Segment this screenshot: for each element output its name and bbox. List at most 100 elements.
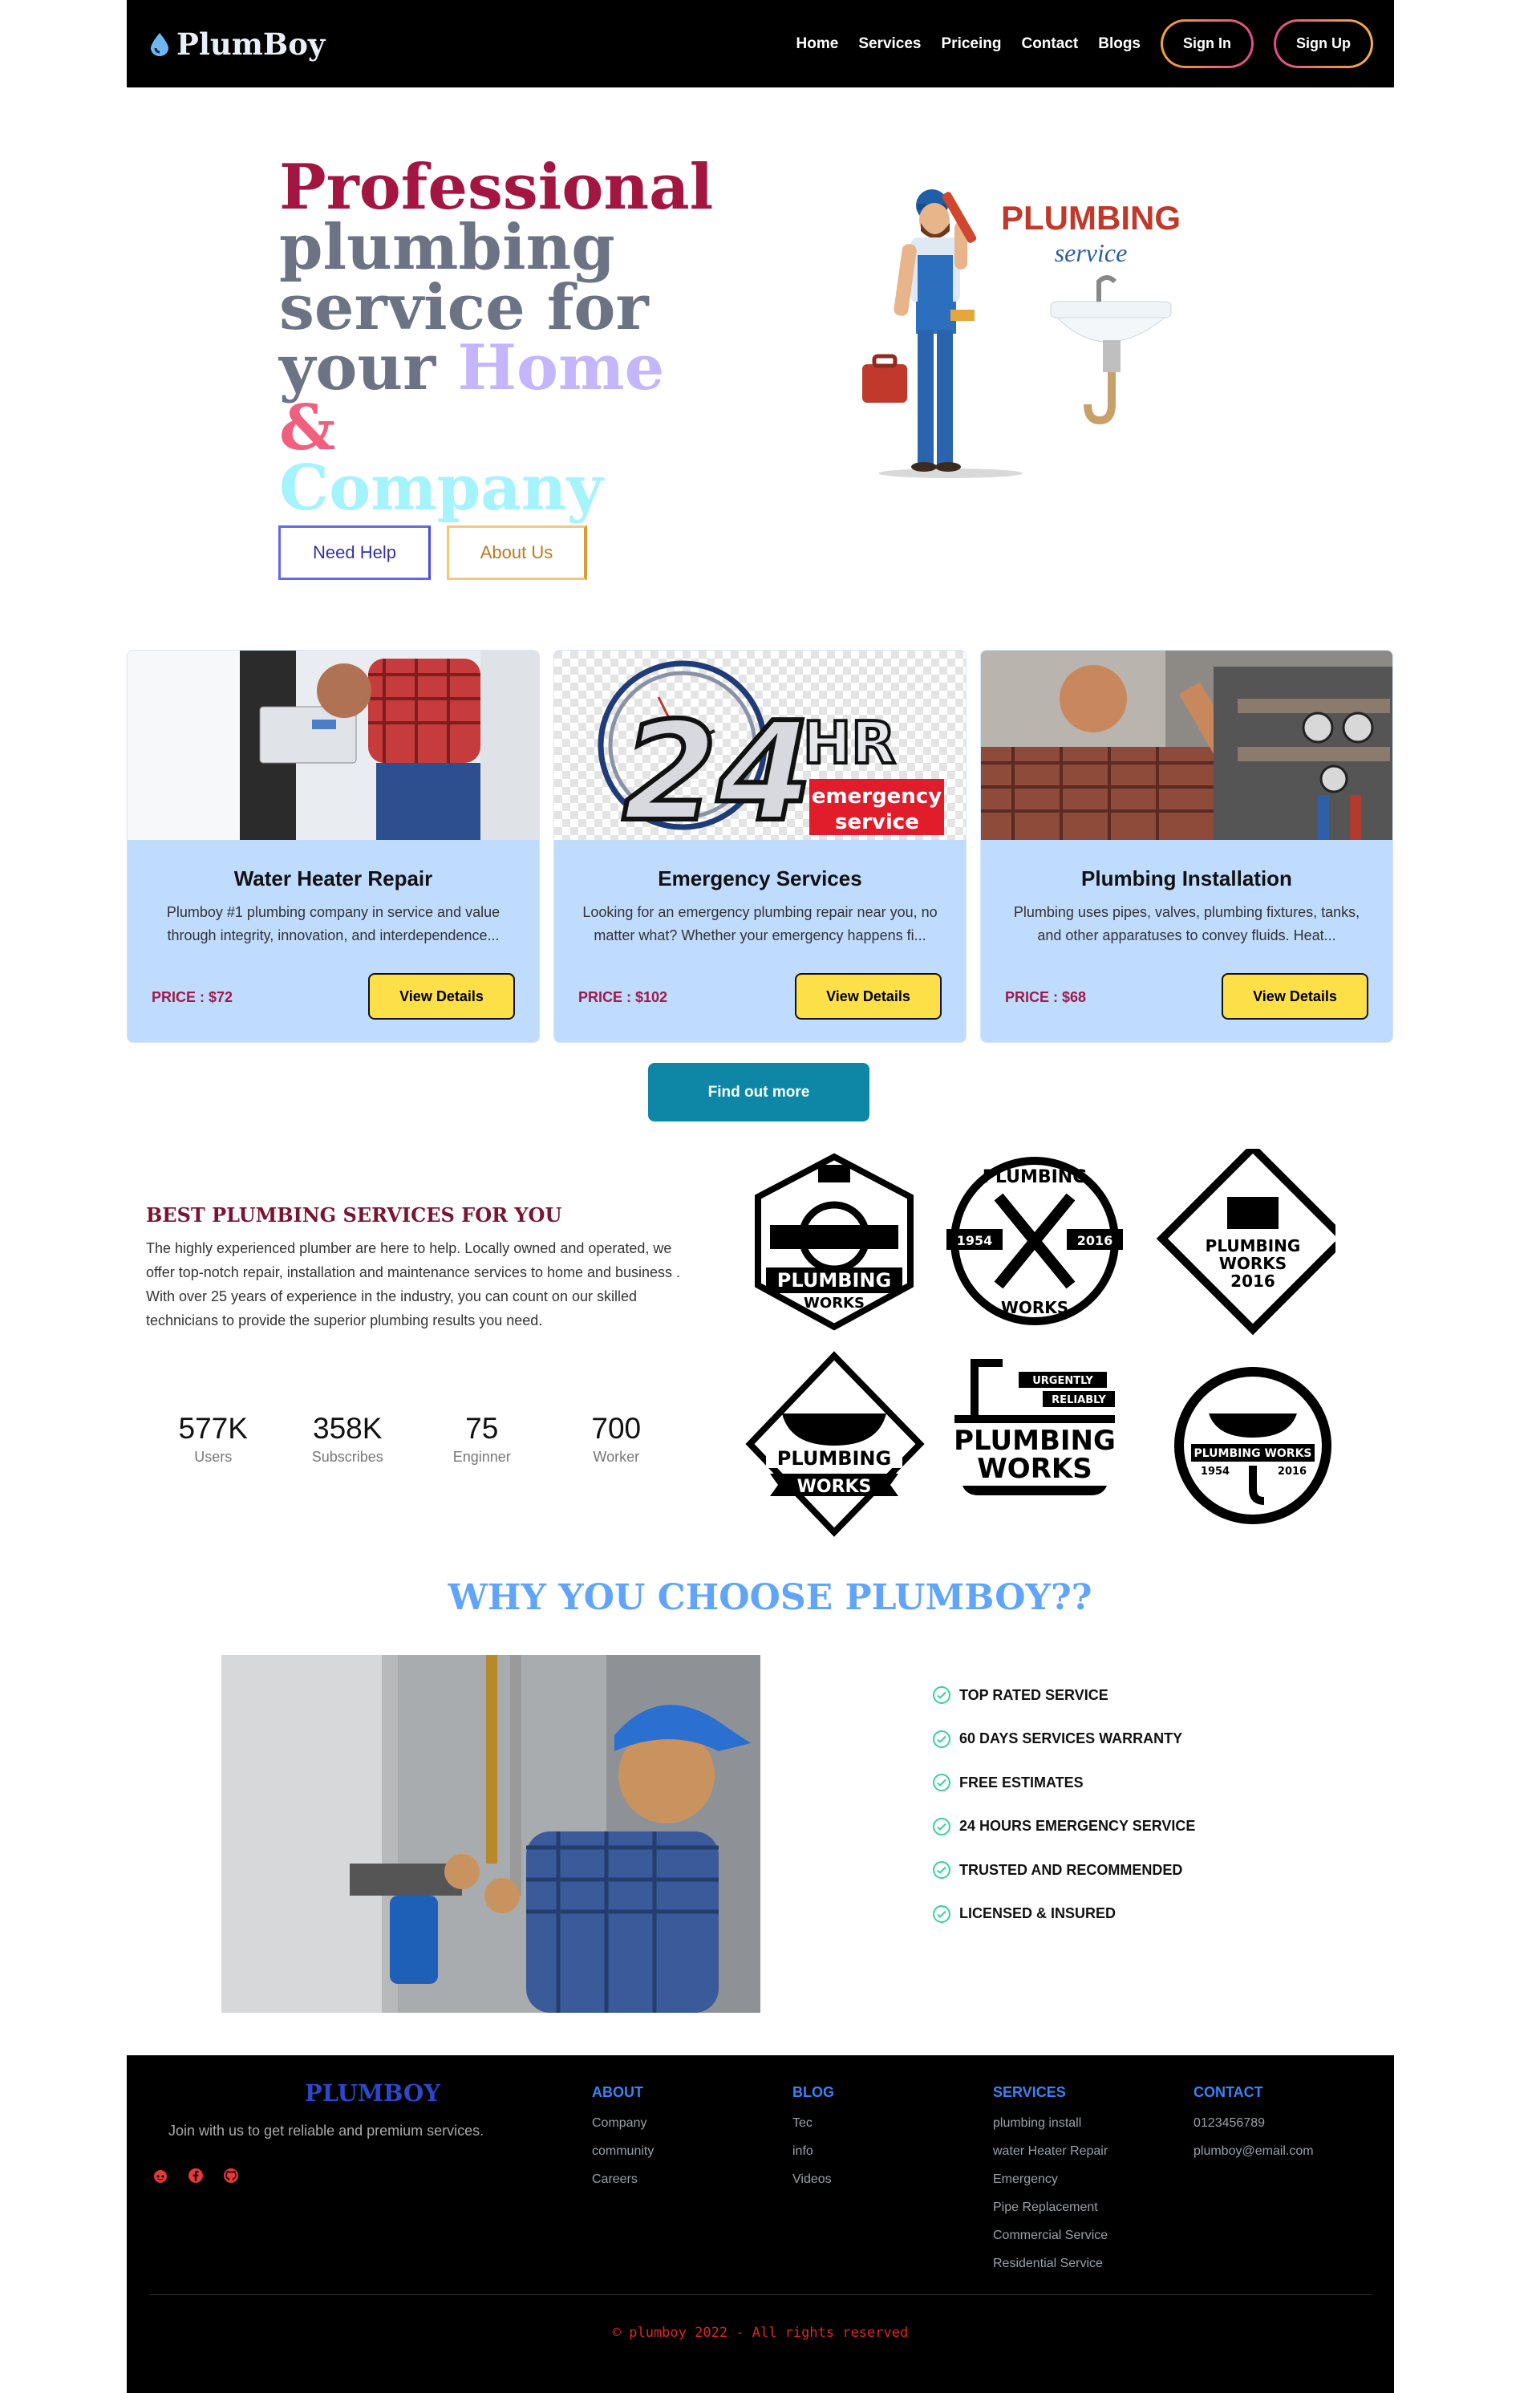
service-card-installation[interactable]: Plumbing Installation Plumbing uses pipe… — [980, 650, 1393, 1043]
nav-pricing[interactable]: Priceing — [942, 35, 1002, 53]
plumber-figure — [862, 189, 1023, 478]
svg-text:RELIABLY: RELIABLY — [1052, 1394, 1106, 1406]
plumbing-installation-photo — [981, 651, 1392, 840]
svg-text:WORKS: WORKS — [804, 1295, 865, 1312]
best-services-text: The highly experienced plumber are here … — [146, 1240, 681, 1328]
best-services-title: BEST PLUMBING SERVICES FOR YOU — [146, 1203, 562, 1227]
footer-col-title: BLOG — [792, 2084, 834, 2100]
nav-services[interactable]: Services — [858, 35, 921, 53]
stat-number: 577K — [178, 1412, 248, 1445]
nav-home[interactable]: Home — [796, 35, 839, 53]
badge-bathtub-icon: URGENTLY RELIABLY PLUMBING WORKS — [954, 1359, 1116, 1495]
footer-link[interactable]: water Heater Repair — [993, 2137, 1108, 2165]
footer-link[interactable]: Videos — [792, 2165, 834, 2193]
footer-brand: PLUMBOY — [305, 2079, 441, 2107]
footer-link[interactable]: Company — [592, 2109, 654, 2137]
footer-col-title: ABOUT — [592, 2084, 643, 2100]
water-drop-icon — [151, 32, 168, 56]
check-circle-icon — [933, 1730, 950, 1748]
svg-text:1954: 1954 — [1201, 1466, 1230, 1478]
why-item-label: 24 HOURS EMERGENCY SERVICE — [959, 1818, 1196, 1835]
reddit-icon[interactable] — [152, 2168, 168, 2184]
footer-col-contact: CONTACT 0123456789 plumboy@email.com — [1194, 2084, 1314, 2165]
svg-text:2016: 2016 — [1077, 1233, 1113, 1248]
footer: PLUMBOY Join with us to get reliable and… — [127, 2055, 1394, 2393]
footer-link[interactable]: Emergency — [993, 2165, 1108, 2193]
view-details-button[interactable]: View Details — [368, 973, 515, 1020]
footer-link[interactable]: Careers — [592, 2165, 654, 2193]
footer-link[interactable]: community — [592, 2137, 654, 2165]
footer-tagline: Join with us to get reliable and premium… — [168, 2123, 484, 2139]
card-description: Plumbing uses pipes, valves, plumbing fi… — [1013, 904, 1360, 943]
stat-number: 358K — [313, 1412, 383, 1445]
sink-icon — [1050, 275, 1172, 425]
svg-text:1954: 1954 — [957, 1233, 993, 1248]
card-title: Plumbing Installation — [1081, 866, 1292, 890]
stat-number: 700 — [591, 1412, 642, 1445]
stat-label: Users — [194, 1449, 233, 1465]
copyright: © plumboy 2022 - All rights reserved — [612, 2325, 909, 2341]
why-item: 60 DAYS SERVICES WARRANTY — [932, 1718, 1195, 1762]
stat-subscribes: 358K Subscribes — [281, 1412, 415, 1466]
footer-link[interactable]: Commercial Service — [993, 2221, 1108, 2249]
stat-label: Worker — [593, 1449, 640, 1465]
sign-in-button[interactable]: Sign In — [1161, 19, 1254, 68]
footer-link[interactable]: Residential Service — [993, 2249, 1108, 2277]
badge-sink-diamond-icon: PLUMBING WORKS — [745, 1351, 925, 1537]
nav-links: Home Services Priceing Contact Blogs Sig… — [796, 19, 1373, 68]
card-description: Looking for an emergency plumbing repair… — [582, 904, 938, 943]
svg-text:PLUMBING: PLUMBING — [954, 1425, 1116, 1457]
footer-link[interactable]: Tec — [792, 2109, 834, 2137]
check-circle-icon — [933, 1686, 950, 1705]
footer-link[interactable]: Pipe Replacement — [993, 2193, 1108, 2221]
svg-text:PLUMBING: PLUMBING — [983, 1167, 1088, 1187]
svg-text:PLUMBING: PLUMBING — [777, 1447, 891, 1470]
plumbing-badges: PLUMBING WORKS PLUMBING 1954 2016 WORKS … — [745, 1149, 1335, 1537]
svg-text:2016: 2016 — [1230, 1272, 1275, 1291]
sign-up-button[interactable]: Sign Up — [1274, 19, 1373, 68]
footer-col-about: ABOUT Company community Careers — [592, 2084, 654, 2193]
nav-contact[interactable]: Contact — [1021, 35, 1078, 53]
footer-email[interactable]: plumboy@email.com — [1194, 2137, 1314, 2165]
why-item: FREE ESTIMATES — [932, 1761, 1195, 1805]
footer-link[interactable]: info — [792, 2137, 834, 2165]
hero-buttons: Need Help About Us — [278, 525, 587, 580]
card-price: PRICE : $68 — [1005, 989, 1087, 1005]
social-links — [152, 2168, 239, 2184]
hero-heading: Professional plumbing service for your H… — [279, 156, 728, 520]
plumber-repair-photo — [221, 1655, 760, 2013]
why-item: 24 HOURS EMERGENCY SERVICE — [932, 1805, 1195, 1849]
why-item-label: TRUSTED AND RECOMMENDED — [959, 1861, 1183, 1878]
water-heater-photo — [128, 651, 539, 840]
emergency-tag-1: emergency — [812, 785, 942, 809]
service-card-emergency[interactable]: 24 HR emergency service Emergency Servic… — [553, 650, 967, 1043]
github-icon[interactable] — [223, 2168, 239, 2184]
footer-phone[interactable]: 0123456789 — [1194, 2109, 1314, 2137]
badge-toolbox-icon: PLUMBING WORKS 2016 — [1156, 1149, 1335, 1336]
footer-link[interactable]: plumbing install — [993, 2109, 1108, 2137]
view-details-button[interactable]: View Details — [795, 973, 942, 1020]
footer-divider — [149, 2294, 1372, 2295]
footer-col-title: SERVICES — [993, 2084, 1066, 2100]
why-item-label: FREE ESTIMATES — [959, 1774, 1084, 1791]
why-item-label: 60 DAYS SERVICES WARRANTY — [959, 1730, 1183, 1747]
emergency-tag-2: service — [835, 810, 919, 834]
about-us-button[interactable]: About Us — [447, 525, 587, 580]
svg-text:2016: 2016 — [1278, 1466, 1307, 1478]
service-card-water-heater[interactable]: Water Heater Repair Plumboy #1 plumbing … — [127, 650, 540, 1043]
card-price: PRICE : $72 — [152, 989, 233, 1005]
need-help-button[interactable]: Need Help — [278, 525, 431, 580]
svg-text:WORKS: WORKS — [1001, 1298, 1068, 1317]
why-item: LICENSED & INSURED — [932, 1892, 1195, 1937]
illus-subtitle: service — [1055, 238, 1128, 267]
svg-text:WORKS: WORKS — [1219, 1254, 1287, 1273]
brand-name: PlumBoy — [176, 26, 326, 62]
view-details-button[interactable]: View Details — [1222, 973, 1368, 1020]
stat-users: 577K Users — [146, 1412, 281, 1466]
nav-blogs[interactable]: Blogs — [1098, 35, 1141, 53]
facebook-icon[interactable] — [188, 2168, 204, 2184]
brand-logo[interactable]: PlumBoy — [149, 26, 325, 62]
hero-home-word: Home — [457, 331, 665, 404]
svg-text:PLUMBING: PLUMBING — [1206, 1236, 1301, 1255]
find-out-more-button[interactable]: Find out more — [648, 1063, 869, 1121]
